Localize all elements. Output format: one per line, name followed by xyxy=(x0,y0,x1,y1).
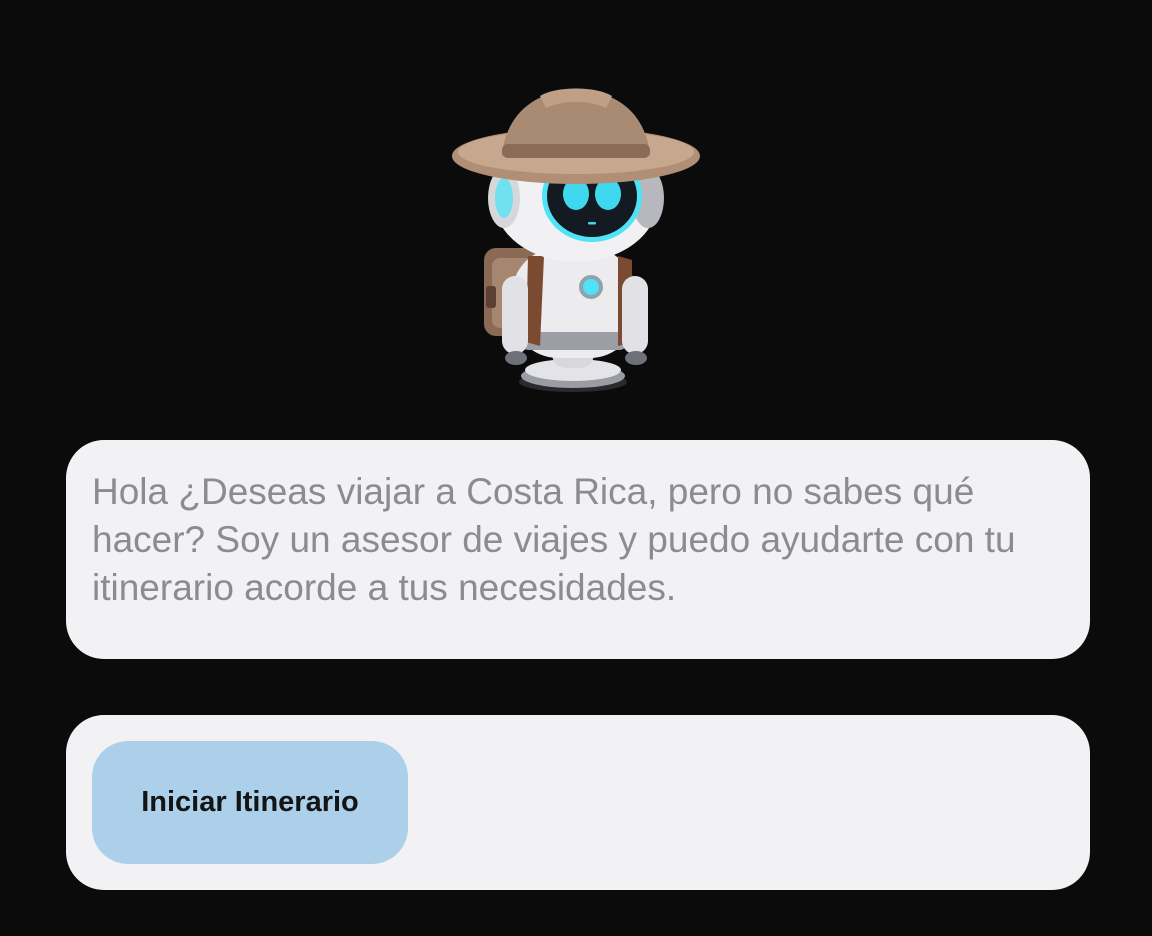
start-itinerary-button[interactable]: Iniciar Itinerario xyxy=(92,741,408,864)
chat-welcome-screen: Hola ¿Deseas viajar a Costa Rica, pero n… xyxy=(0,0,1152,936)
actions-panel: Iniciar Itinerario xyxy=(66,715,1090,890)
bot-message-text: Hola ¿Deseas viajar a Costa Rica, pero n… xyxy=(92,471,1016,608)
bot-message-bubble: Hola ¿Deseas viajar a Costa Rica, pero n… xyxy=(66,440,1090,659)
explorer-robot-icon xyxy=(440,80,712,400)
